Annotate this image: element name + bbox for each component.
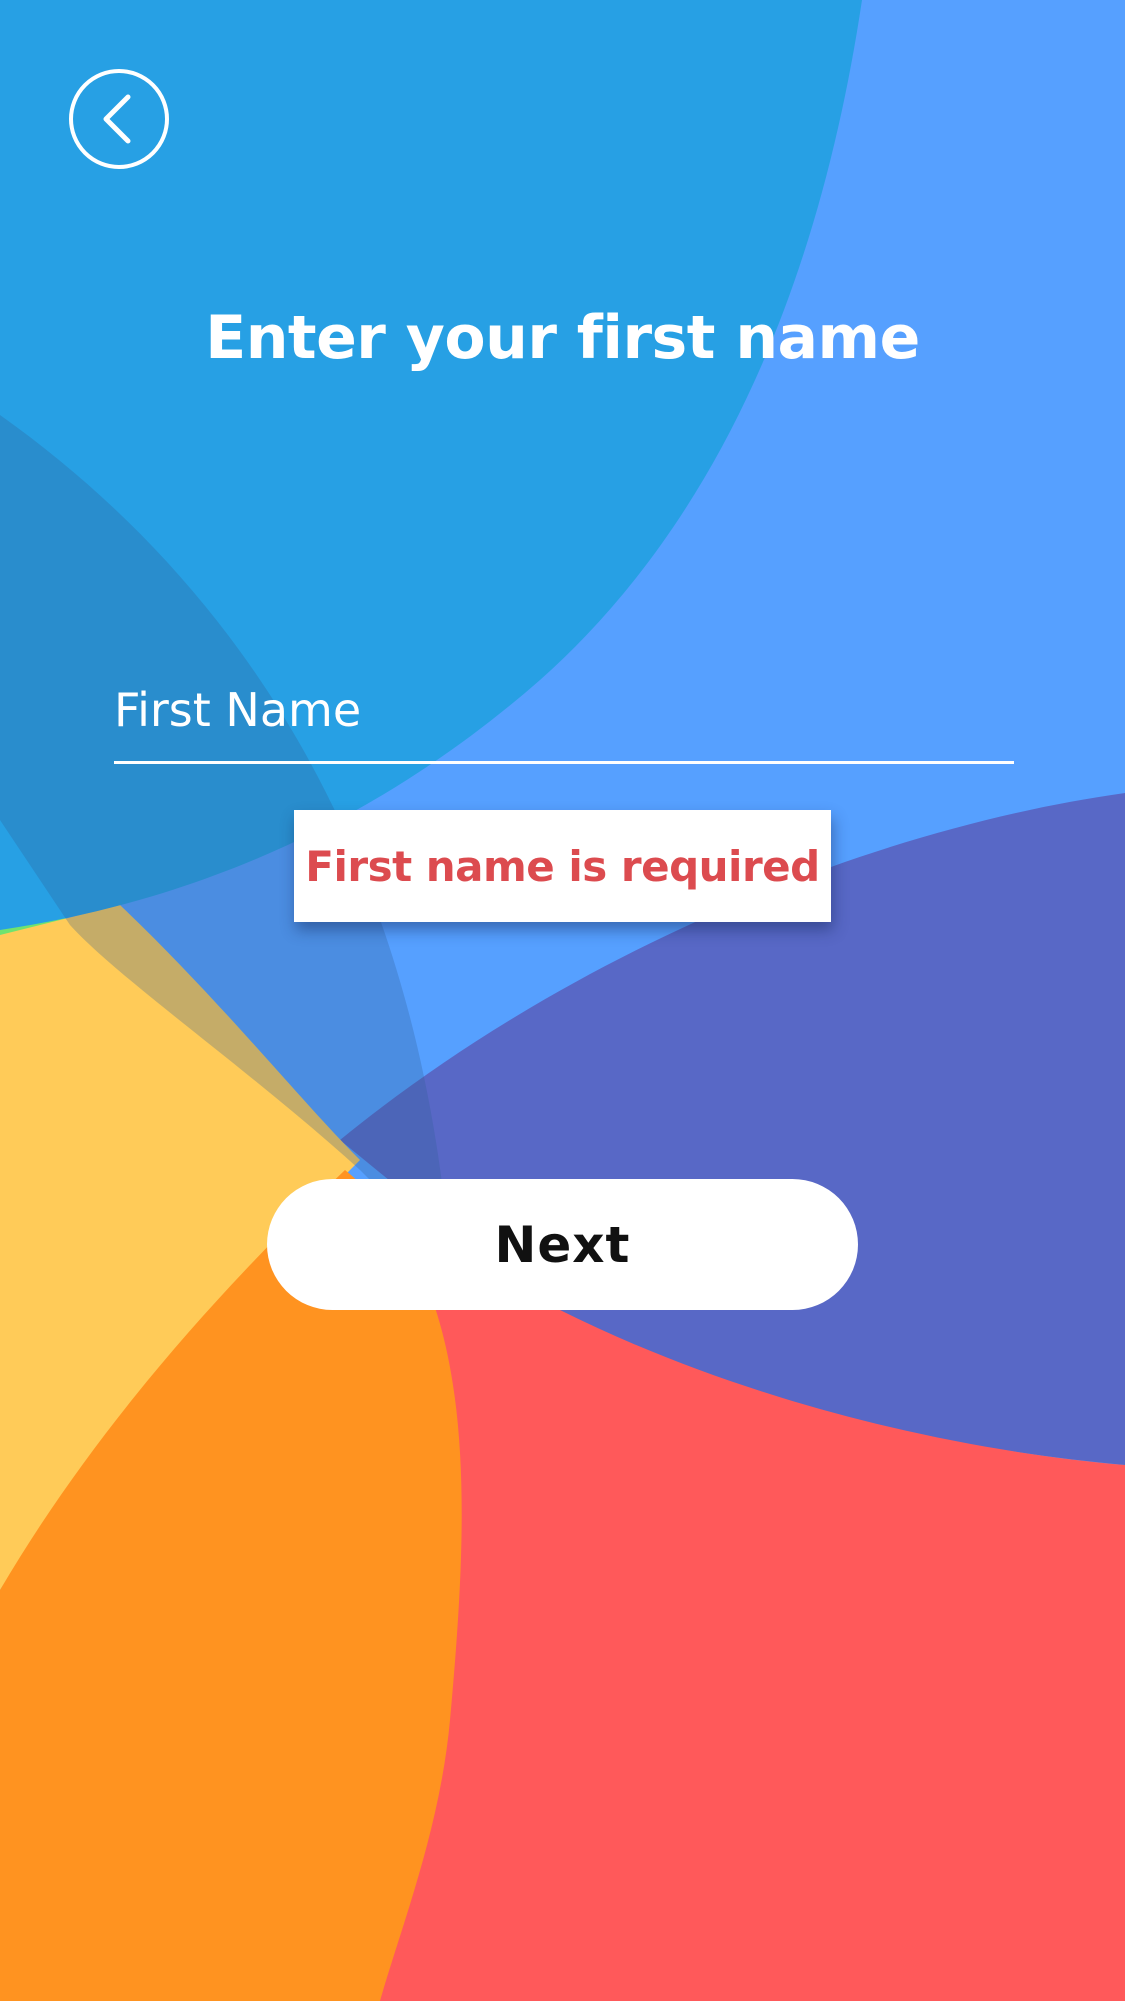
next-button-label: Next xyxy=(494,1215,631,1274)
error-toast: First name is required xyxy=(294,810,831,922)
screen: Enter your first name First name is requ… xyxy=(0,0,1125,2001)
chevron-left-icon xyxy=(103,94,131,144)
first-name-field xyxy=(114,665,1014,764)
page-title: Enter your first name xyxy=(205,303,920,373)
next-button[interactable]: Next xyxy=(267,1179,858,1310)
error-message: First name is required xyxy=(305,841,820,891)
back-button[interactable] xyxy=(69,69,169,169)
first-name-input[interactable] xyxy=(114,665,1014,755)
